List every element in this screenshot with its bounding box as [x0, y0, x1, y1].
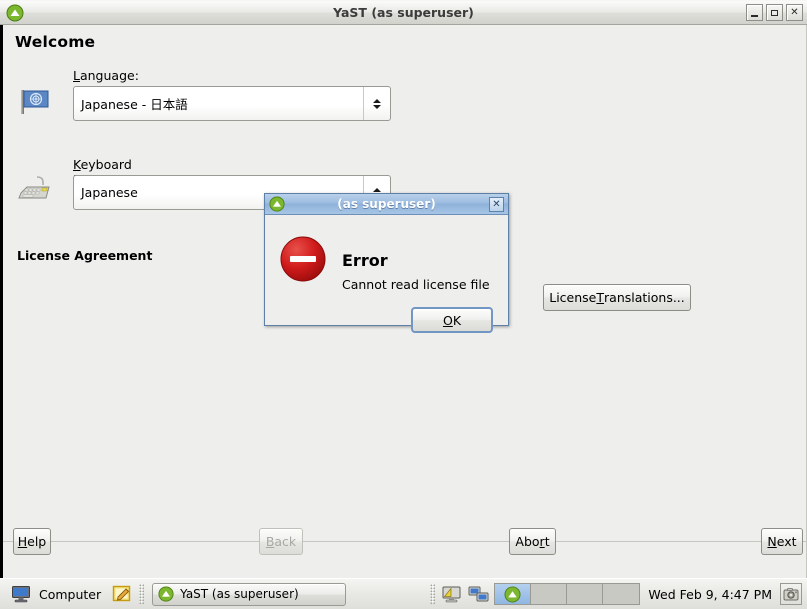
taskbar-window-button-yast[interactable]: YaST (as superuser) — [152, 582, 347, 606]
taskbar-clock[interactable]: Wed Feb 9, 4:47 PM — [645, 587, 775, 602]
taskbar: Computer YaST (as superuser) Wed Feb 9, … — [0, 578, 807, 609]
flag-icon — [15, 82, 55, 122]
display-settings-icon[interactable] — [440, 583, 462, 605]
close-button[interactable]: ✕ — [786, 4, 803, 21]
language-combobox[interactable]: Japanese - 日本語 — [73, 86, 391, 121]
page-title: Welcome — [15, 33, 96, 51]
desktop-background: YaST (as superuser) ✕ Welcome Language: … — [0, 0, 807, 609]
language-spinner-icon[interactable] — [363, 87, 390, 120]
error-heading: Error — [342, 251, 388, 270]
ok-button[interactable]: OK — [411, 307, 493, 333]
pager-cell-3[interactable] — [567, 584, 604, 604]
taskbar-window-label: YaST (as superuser) — [180, 587, 299, 601]
dialog-titlebar[interactable]: (as superuser) ✕ — [265, 194, 508, 215]
dialog-title: (as superuser) — [337, 197, 436, 211]
pager-cell-4[interactable] — [603, 584, 640, 604]
back-button: Back — [259, 528, 303, 555]
footer-divider — [3, 541, 806, 542]
taskbar-right: Wed Feb 9, 4:47 PM — [430, 583, 807, 605]
dialog-close-button[interactable]: ✕ — [489, 197, 504, 212]
computer-menu-button[interactable]: Computer — [6, 581, 105, 607]
pager-cell-2[interactable] — [531, 584, 568, 604]
error-stop-icon — [279, 235, 327, 283]
monitor-icon — [10, 583, 32, 605]
window-titlebar[interactable]: YaST (as superuser) ✕ — [0, 0, 807, 25]
pager-cell-1[interactable] — [495, 584, 532, 604]
error-message: Cannot read license file — [342, 277, 490, 292]
yast-logo-icon — [504, 585, 521, 603]
next-button[interactable]: Next — [761, 528, 803, 555]
window-title: YaST (as superuser) — [333, 5, 474, 20]
computer-menu-label: Computer — [39, 586, 102, 602]
maximize-button[interactable] — [766, 4, 783, 21]
keyboard-icon — [15, 171, 55, 211]
taskbar-drag-handle[interactable] — [139, 584, 145, 604]
abort-button[interactable]: Abo r t — [509, 528, 556, 555]
minimize-button[interactable] — [746, 4, 763, 21]
window-buttons: ✕ — [746, 4, 803, 21]
language-label: Language: — [73, 68, 139, 83]
yast-logo-icon — [158, 586, 174, 602]
desktop-pager[interactable] — [494, 583, 641, 605]
error-dialog: (as superuser) ✕ Error Cannot read licen… — [264, 193, 509, 333]
license-translations-button[interactable]: License Translations... — [543, 284, 691, 311]
help-button[interactable]: Help — [13, 528, 51, 555]
language-value: Japanese - 日本語 — [81, 97, 188, 112]
network-icon[interactable] — [467, 583, 489, 605]
dialog-body: Error Cannot read license file OK — [265, 215, 508, 333]
taskbar-left: Computer YaST (as superuser) — [0, 581, 347, 607]
notepad-edit-icon[interactable] — [111, 583, 133, 605]
license-agreement-heading: License Agreement — [17, 248, 153, 263]
tray-drag-handle[interactable] — [430, 584, 436, 604]
screenshot-camera-icon[interactable] — [780, 583, 802, 605]
